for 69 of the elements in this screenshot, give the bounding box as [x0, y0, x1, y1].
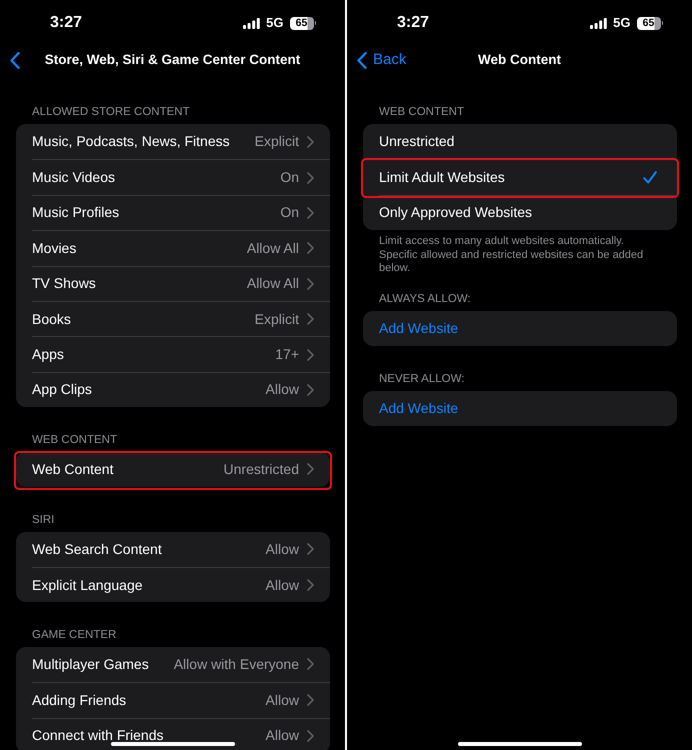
- add-website-link[interactable]: Add Website: [379, 318, 458, 339]
- chevron-right-icon: [307, 658, 314, 670]
- chevron-right-icon: [307, 384, 314, 396]
- setting-value: Allow: [264, 540, 299, 559]
- setting-label[interactable]: TV Shows: [32, 273, 96, 294]
- screen-title: Web Content: [478, 50, 561, 69]
- setting-value: Allow: [264, 576, 299, 595]
- chevron-right-icon: [307, 348, 314, 361]
- section-header: ALLOWED STORE CONTENT: [32, 106, 190, 118]
- setting-value: Allow All: [246, 238, 299, 258]
- chevron-right-icon: [307, 278, 314, 290]
- section-header: WEB CONTENT: [32, 434, 117, 446]
- section-footer: Limit access to many adult websites automatically. Specific allowed and restricted websites can be added below.: [379, 235, 662, 276]
- chevron-right-icon: [307, 463, 314, 476]
- setting-label[interactable]: Music, Podcasts, News, Fitness: [32, 131, 230, 152]
- signal-icon: [243, 18, 260, 28]
- battery-badge: 65: [290, 16, 316, 30]
- section-header: ALWAYS ALLOW:: [379, 292, 471, 305]
- chevron-right-icon: [307, 313, 314, 326]
- chevron-right-icon: [307, 543, 314, 556]
- setting-label[interactable]: App Clips: [32, 379, 92, 400]
- setting-label[interactable]: Music Profiles: [32, 202, 120, 224]
- network-type: 5G: [613, 14, 630, 32]
- setting-label[interactable]: Multiplayer Games: [32, 654, 149, 675]
- setting-label[interactable]: Web Search Content: [32, 538, 162, 560]
- setting-value: Allow: [264, 690, 299, 710]
- chevron-right-icon: [307, 136, 314, 148]
- setting-value: Explicit: [254, 310, 299, 329]
- setting-label[interactable]: Books: [32, 308, 71, 330]
- setting-value: On: [279, 203, 299, 222]
- setting-label[interactable]: Apps: [32, 344, 64, 366]
- setting-label[interactable]: Web Content: [32, 458, 114, 480]
- signal-icon: [590, 18, 608, 28]
- section-header: NEVER ALLOW:: [379, 372, 464, 385]
- section-header: WEB CONTENT: [379, 106, 464, 118]
- option-label[interactable]: Limit Adult Websites: [379, 167, 505, 188]
- add-website-link[interactable]: Add Website: [379, 398, 458, 419]
- status-time: 3:27: [50, 13, 82, 33]
- option-label[interactable]: Unrestricted: [379, 131, 454, 152]
- chevron-left-icon: [10, 52, 20, 68]
- battery-badge: 65: [636, 16, 663, 30]
- chevron-right-icon: [307, 206, 314, 219]
- chevron-left-icon: [357, 52, 367, 68]
- chevron-right-icon: [307, 694, 314, 706]
- section-header: GAME CENTER: [32, 628, 116, 641]
- back-button[interactable]: Back: [357, 48, 406, 72]
- setting-label[interactable]: Music Videos: [32, 167, 116, 188]
- setting-value: Allow with Everyone: [172, 654, 299, 674]
- setting-value: On: [279, 168, 299, 188]
- option-label[interactable]: Only Approved Websites: [379, 202, 532, 224]
- status-time: 3:27: [397, 13, 430, 33]
- chevron-right-icon: [307, 730, 314, 742]
- chevron-right-icon: [307, 242, 314, 254]
- setting-value: 17+: [274, 345, 299, 364]
- setting-label[interactable]: Explicit Language: [32, 574, 143, 596]
- setting-label[interactable]: Movies: [32, 238, 76, 259]
- setting-value: Unrestricted: [222, 460, 299, 479]
- setting-label[interactable]: Adding Friends: [32, 690, 126, 711]
- chevron-right-icon: [307, 579, 314, 592]
- chevron-right-icon: [307, 172, 314, 184]
- setting-value: Allow All: [246, 274, 299, 294]
- setting-value: Allow: [264, 726, 299, 746]
- setting-label[interactable]: Connect with Friends: [32, 725, 164, 746]
- section-header: SIRI: [32, 514, 54, 526]
- back-button[interactable]: [10, 52, 20, 68]
- screen-title: Store, Web, Siri & Game Center Content: [44, 50, 300, 69]
- setting-value: Allow: [264, 380, 299, 400]
- network-type: 5G: [266, 14, 284, 32]
- setting-value: Explicit: [254, 132, 299, 152]
